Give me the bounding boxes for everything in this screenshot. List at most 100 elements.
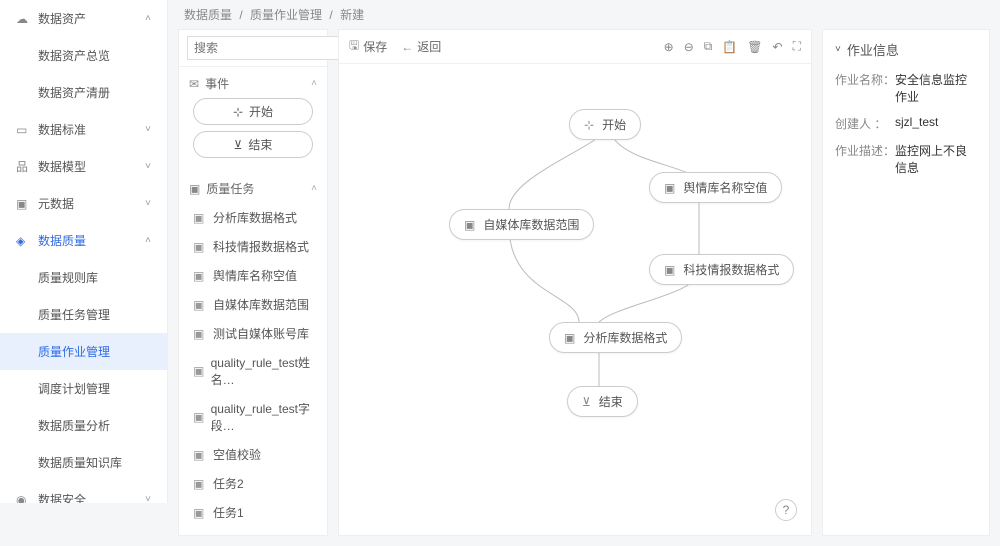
chevron-up-icon: ˄ xyxy=(145,235,151,246)
task-label: 测试自媒体账号库 xyxy=(213,325,309,342)
pill-label: 开始 xyxy=(249,103,273,120)
palette-task-item[interactable]: ▣ 测试自媒体账号库 xyxy=(189,319,317,348)
nav-quality-jobs[interactable]: 质量作业管理 xyxy=(0,333,167,370)
task-label: 自媒体库数据范围 xyxy=(213,296,309,313)
nav-data-asset[interactable]: ☁ 数据资产 ˄ xyxy=(0,0,167,37)
task-icon: ▣ xyxy=(193,477,207,491)
nav-data-standard[interactable]: ▭ 数据标准 ˅ xyxy=(0,111,167,148)
task-icon: ▣ xyxy=(193,327,207,341)
task-label: 任务1 xyxy=(213,504,244,521)
node-label: 开始 xyxy=(602,116,626,133)
palette-task-item[interactable]: ▣ 舆情库名称空值 xyxy=(189,261,317,290)
back-button[interactable]: ← 返回 xyxy=(401,36,441,57)
info-value: sjzl_test xyxy=(895,115,977,132)
node-start[interactable]: ⊹ 开始 xyxy=(569,109,641,140)
node-n3[interactable]: ▣科技情报数据格式 xyxy=(649,254,794,285)
palette-task-item[interactable]: ▣quality_rule_test姓名… xyxy=(189,348,317,394)
task-label: 任务2 xyxy=(213,475,244,492)
left-nav: ☁ 数据资产 ˄ 数据资产总览 数据资产清册 ▭ 数据标准 ˅ 品 数据模型 ˅… xyxy=(0,0,168,503)
help-button[interactable]: ? xyxy=(775,499,797,521)
palette-group-event[interactable]: ✉ 事件 ˄ xyxy=(189,75,317,92)
nav-data-model[interactable]: 品 数据模型 ˅ xyxy=(0,148,167,185)
nav-metadata[interactable]: ▣ 元数据 ˅ xyxy=(0,185,167,222)
start-icon: ⊹ xyxy=(584,118,594,132)
task-label: quality_rule_test姓名… xyxy=(211,354,313,388)
nav-label: 数据资产 xyxy=(38,10,86,27)
task-icon: ▣ xyxy=(193,410,205,424)
node-palette: ⇄ ✉ 事件 ˄ ⊹ 开始 ⊻ 结束 xyxy=(178,29,328,536)
palette-task-item[interactable]: ▣ 任务1 xyxy=(189,498,317,527)
fullscreen-icon[interactable]: ⛶ xyxy=(793,39,801,54)
save-icon: 🖫 xyxy=(349,36,359,57)
palette-task-item[interactable]: ▣ 科技情报数据格式 xyxy=(189,232,317,261)
mail-icon: ✉ xyxy=(189,77,199,91)
nav-quality-kb[interactable]: 数据质量知识库 xyxy=(0,444,167,481)
shield-icon: ◉ xyxy=(16,493,30,504)
task-icon: ▣ xyxy=(564,331,575,345)
task-icon: ▣ xyxy=(193,506,207,520)
info-row-creator: 创建人 ：sjzl_test xyxy=(835,115,977,132)
task-label: 舆情库名称空值 xyxy=(213,267,297,284)
paste-icon[interactable]: 📋 xyxy=(722,39,737,54)
node-label: 科技情报数据格式 xyxy=(683,261,779,278)
breadcrumb: 数据质量 / 质量作业管理 / 新建 xyxy=(168,0,1000,29)
task-icon: ▣ xyxy=(193,211,207,225)
back-icon: ← xyxy=(401,40,413,54)
nav-quality-rules[interactable]: 质量规则库 xyxy=(0,259,167,296)
save-button[interactable]: 🖫保存 xyxy=(349,36,387,57)
palette-end-node[interactable]: ⊻ 结束 xyxy=(193,131,313,158)
nav-data-quality[interactable]: ◈ 数据质量 ˄ xyxy=(0,222,167,259)
task-label: quality_rule_test字段… xyxy=(211,400,313,434)
delete-icon[interactable]: 🗑 xyxy=(747,39,762,54)
flow-canvas[interactable]: ⊹开始 ▣舆情库名称空值 ▣自媒体库数据范围 ▣科技情报数据格式 ▣分析库数据格… xyxy=(339,64,811,535)
chevron-down-icon: ˅ xyxy=(145,161,151,172)
nav-quality-analysis[interactable]: 数据质量分析 xyxy=(0,407,167,444)
chevron-down-icon: ˅ xyxy=(145,494,151,503)
copy-icon[interactable]: ⧉ xyxy=(704,39,713,54)
nav-schedule[interactable]: 调度计划管理 xyxy=(0,370,167,407)
search-input[interactable] xyxy=(187,36,356,60)
info-title: 作业信息 xyxy=(847,40,899,59)
btn-label: 返回 xyxy=(417,38,441,55)
nav-label: 数据质量 xyxy=(38,232,86,249)
group-label: 质量任务 xyxy=(206,180,254,197)
nav-quality-tasks[interactable]: 质量任务管理 xyxy=(0,296,167,333)
chevron-down-icon: ˅ xyxy=(145,124,151,135)
palette-task-item[interactable]: ▣ 任务2 xyxy=(189,469,317,498)
node-n2[interactable]: ▣自媒体库数据范围 xyxy=(449,209,594,240)
quality-icon: ◈ xyxy=(16,234,30,248)
palette-task-item[interactable]: ▣分析库数据格式 xyxy=(189,203,317,232)
add-icon[interactable]: ⊕ xyxy=(664,39,674,54)
nav-label: 数据安全 xyxy=(38,491,86,503)
palette-start-node[interactable]: ⊹ 开始 xyxy=(193,98,313,125)
info-header[interactable]: ˅ 作业信息 xyxy=(835,40,977,59)
task-icon: ▣ xyxy=(189,182,200,196)
palette-group-tasks[interactable]: ▣ 质量任务 ˄ xyxy=(189,180,317,197)
doc-icon: ▭ xyxy=(16,123,30,137)
task-icon: ▣ xyxy=(193,240,207,254)
node-end[interactable]: ⊻结束 xyxy=(567,386,638,417)
nav-asset-overview[interactable]: 数据资产总览 xyxy=(0,37,167,74)
info-key: 作业描述： xyxy=(835,142,895,176)
cloud-icon: ☁ xyxy=(16,12,30,26)
palette-task-item[interactable]: ▣ quality_rule_test字段… xyxy=(189,394,317,440)
crumb-0[interactable]: 数据质量 xyxy=(184,8,232,22)
start-icon: ⊹ xyxy=(233,105,243,119)
node-n1[interactable]: ▣舆情库名称空值 xyxy=(649,172,782,203)
crumb-1[interactable]: 质量作业管理 xyxy=(250,8,322,22)
undo-icon[interactable]: ↶ xyxy=(773,39,783,54)
info-panel: ˅ 作业信息 作业名称：安全信息监控作业 创建人 ：sjzl_test 作业描述… xyxy=(822,29,990,536)
palette-task-item[interactable]: ▣自媒体库数据范围 xyxy=(189,290,317,319)
chevron-up-icon: ˄ xyxy=(311,183,317,194)
node-n4[interactable]: ▣分析库数据格式 xyxy=(549,322,682,353)
task-label: 科技情报数据格式 xyxy=(213,238,309,255)
palette-task-item[interactable]: ▣空值校验 xyxy=(189,440,317,469)
nav-asset-list[interactable]: 数据资产清册 xyxy=(0,74,167,111)
crumb-2: 新建 xyxy=(340,8,364,22)
chevron-down-icon: ˅ xyxy=(145,198,151,209)
remove-icon[interactable]: ⊖ xyxy=(684,39,694,54)
info-value: 安全信息监控作业 xyxy=(895,71,977,105)
nav-data-security[interactable]: ◉ 数据安全 ˅ xyxy=(0,481,167,503)
info-key: 作业名称： xyxy=(835,71,895,105)
task-icon: ▣ xyxy=(193,269,207,283)
